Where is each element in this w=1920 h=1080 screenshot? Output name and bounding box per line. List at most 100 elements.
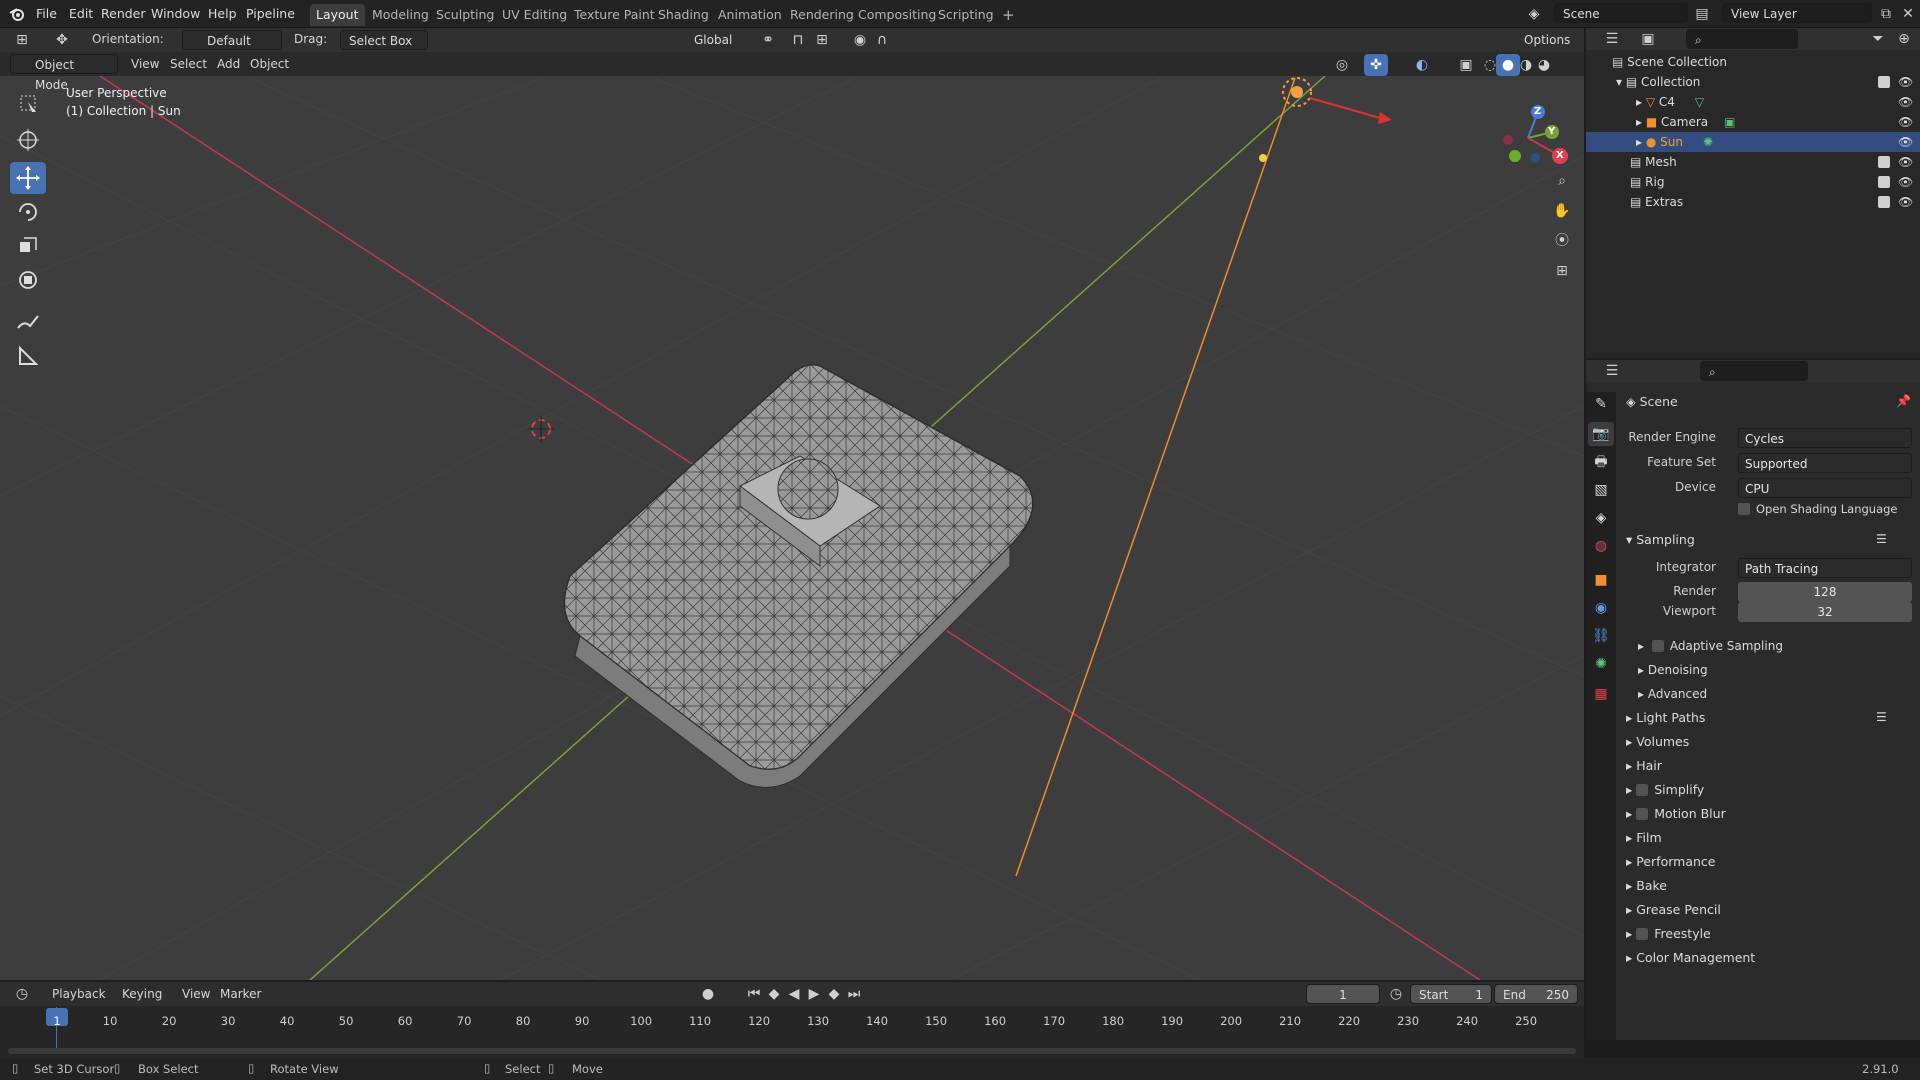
falloff-icon[interactable]: ∩ xyxy=(870,29,894,51)
object-menu[interactable]: Object xyxy=(250,57,289,71)
camera-eye-icon[interactable]: 👁 xyxy=(1898,112,1913,132)
navigation-gizmo[interactable] xyxy=(1488,98,1568,178)
mesh-checkbox[interactable] xyxy=(1878,156,1890,168)
current-frame-field[interactable]: 1 xyxy=(1306,984,1380,1004)
ortho-grid-icon[interactable]: ⊞ xyxy=(1550,260,1574,282)
osl-checkbox[interactable]: Open Shading Language xyxy=(1738,502,1898,516)
options-dropdown[interactable]: Options xyxy=(1516,30,1578,50)
collection-eye-icon[interactable]: 👁 xyxy=(1898,72,1913,92)
filter-icon[interactable]: ⏷ xyxy=(1866,28,1890,50)
render-engine-dropdown[interactable]: Cycles xyxy=(1738,428,1912,448)
tab-shading[interactable]: Shading xyxy=(652,4,715,26)
menu-help[interactable]: Help xyxy=(202,0,243,28)
end-frame-field[interactable]: End 250 xyxy=(1494,984,1578,1004)
scale-tool-button[interactable] xyxy=(10,230,46,262)
device-dropdown[interactable]: CPU xyxy=(1738,478,1912,498)
outliner-extras-collection[interactable]: ▤ Extras 👁 xyxy=(1586,192,1920,212)
extras-checkbox[interactable] xyxy=(1878,196,1890,208)
collection-checkbox[interactable] xyxy=(1878,76,1890,88)
zoom-icon[interactable]: ⌕ xyxy=(1550,170,1574,192)
tab-compositing[interactable]: Compositing xyxy=(852,4,942,26)
select-menu[interactable]: Select xyxy=(170,57,207,71)
volumes-panel[interactable]: ▸ Volumes xyxy=(1626,732,1689,752)
c4-eye-icon[interactable]: 👁 xyxy=(1898,92,1913,112)
gizmo-toggle-icon[interactable]: ✜ xyxy=(1364,54,1388,76)
texture-tab-icon[interactable]: ▦ xyxy=(1588,682,1614,706)
sampling-presets-icon[interactable]: ☰ xyxy=(1876,532,1887,546)
color-management-panel[interactable]: ▸ Color Management xyxy=(1626,948,1755,968)
pan-hand-icon[interactable]: ✋ xyxy=(1550,200,1574,222)
tab-animation[interactable]: Animation xyxy=(712,4,788,26)
xray-icon[interactable]: ▣ xyxy=(1454,54,1478,76)
drag-dropdown[interactable]: Select Box xyxy=(340,30,428,50)
render-samples-field[interactable]: 128 xyxy=(1738,582,1912,602)
annotate-tool-button[interactable] xyxy=(10,306,46,338)
advanced-subpanel[interactable]: ▸ Advanced xyxy=(1638,684,1707,704)
data-tab-icon[interactable]: ✺ xyxy=(1588,652,1614,676)
object-tab-icon[interactable]: ■ xyxy=(1588,568,1614,592)
freestyle-panel[interactable]: ▸ Freestyle xyxy=(1626,924,1711,944)
proportional-edit-icon[interactable]: ◉ xyxy=(848,29,872,51)
blender-logo-icon[interactable] xyxy=(8,5,26,23)
keying-menu[interactable]: Keying xyxy=(122,987,162,1001)
new-collection-icon[interactable]: ⊕ xyxy=(1892,28,1916,50)
tab-uv-editing[interactable]: UV Editing xyxy=(496,4,573,26)
add-workspace-button[interactable]: + xyxy=(996,4,1021,26)
pivot-point-icon[interactable]: ⚭ xyxy=(756,29,780,51)
menu-pipeline[interactable]: Pipeline xyxy=(240,0,301,28)
tab-layout[interactable]: Layout xyxy=(310,4,365,26)
cursor-tool-button[interactable] xyxy=(10,124,46,156)
new-view-layer-icon[interactable]: ⧉ xyxy=(1874,3,1898,25)
timeline-view-menu[interactable]: View xyxy=(182,987,210,1001)
tab-modeling[interactable]: Modeling xyxy=(366,4,435,26)
properties-search-input[interactable]: ⌕ xyxy=(1700,361,1808,381)
mode-dropdown[interactable]: Object Mode xyxy=(10,54,118,92)
tab-texture-paint[interactable]: Texture Paint xyxy=(568,4,661,26)
snap-icon[interactable]: ⊓ xyxy=(786,29,810,51)
bake-panel[interactable]: ▸ Bake xyxy=(1626,876,1667,896)
move-tool-icon[interactable]: ✥ xyxy=(50,29,74,51)
camera-view-icon[interactable]: ⦿ xyxy=(1550,230,1574,252)
scene-tab-icon[interactable]: ◈ xyxy=(1588,506,1614,530)
editor-type-icon[interactable]: ⊞ xyxy=(10,29,34,51)
add-menu[interactable]: Add xyxy=(217,57,240,71)
render-tab-icon[interactable]: 📷 xyxy=(1588,422,1614,446)
move-tool-button[interactable] xyxy=(10,162,46,194)
tab-rendering[interactable]: Rendering xyxy=(784,4,860,26)
feature-set-dropdown[interactable]: Supported xyxy=(1738,453,1912,473)
preview-range-icon[interactable]: ◷ xyxy=(1384,983,1408,1005)
outliner-rig-collection[interactable]: ▤ Rig 👁 xyxy=(1586,172,1920,192)
scene-field[interactable]: Scene xyxy=(1554,3,1688,23)
viewport-samples-field[interactable]: 32 xyxy=(1738,602,1912,622)
menu-file[interactable]: File xyxy=(30,0,63,28)
start-frame-field[interactable]: Start 1 xyxy=(1410,984,1492,1004)
rotate-tool-button[interactable] xyxy=(10,196,46,228)
rig-checkbox[interactable] xyxy=(1878,176,1890,188)
timeline-editor-icon[interactable]: ◷ xyxy=(10,983,34,1005)
outliner-collection[interactable]: ▾ ▤ Collection 👁 xyxy=(1586,72,1920,92)
transform-tool-button[interactable] xyxy=(10,264,46,296)
properties-editor-icon[interactable]: ☰ xyxy=(1600,360,1624,382)
tab-scripting[interactable]: Scripting xyxy=(932,4,1000,26)
playback-menu[interactable]: Playback xyxy=(52,987,106,1001)
physics-tab-icon[interactable]: ◉ xyxy=(1588,596,1614,620)
jump-end-icon[interactable]: ⏭ xyxy=(842,983,866,1005)
measure-tool-button[interactable] xyxy=(10,340,46,372)
output-tab-icon[interactable]: 🖶 xyxy=(1588,450,1614,474)
menu-render[interactable]: Render xyxy=(95,0,152,28)
scene-browse-icon[interactable]: ◈ xyxy=(1522,3,1546,25)
outliner-search-input[interactable]: ⌕ xyxy=(1686,29,1798,49)
remove-view-layer-icon[interactable]: ✕ xyxy=(1896,3,1920,25)
performance-panel[interactable]: ▸ Performance xyxy=(1626,852,1715,872)
rendered-shading-icon[interactable]: ◕ xyxy=(1532,54,1556,76)
sampling-panel-header[interactable]: ▾ Sampling xyxy=(1626,530,1695,550)
pin-icon[interactable]: 📌 xyxy=(1896,394,1911,408)
3d-cursor-icon[interactable] xyxy=(528,416,554,442)
sun-eye-icon[interactable]: 👁 xyxy=(1898,132,1913,152)
transform-orientation-dropdown[interactable]: Global xyxy=(668,30,746,50)
outliner-scene-collection[interactable]: ▤ Scene Collection xyxy=(1586,52,1920,72)
light-paths-panel[interactable]: ▸ Light Paths xyxy=(1626,708,1705,728)
marker-menu[interactable]: Marker xyxy=(220,987,261,1001)
c4-mesh-object[interactable] xyxy=(563,364,1034,788)
outliner-item-camera[interactable]: ▸ ■ Camera ▣ 👁 xyxy=(1586,112,1920,132)
